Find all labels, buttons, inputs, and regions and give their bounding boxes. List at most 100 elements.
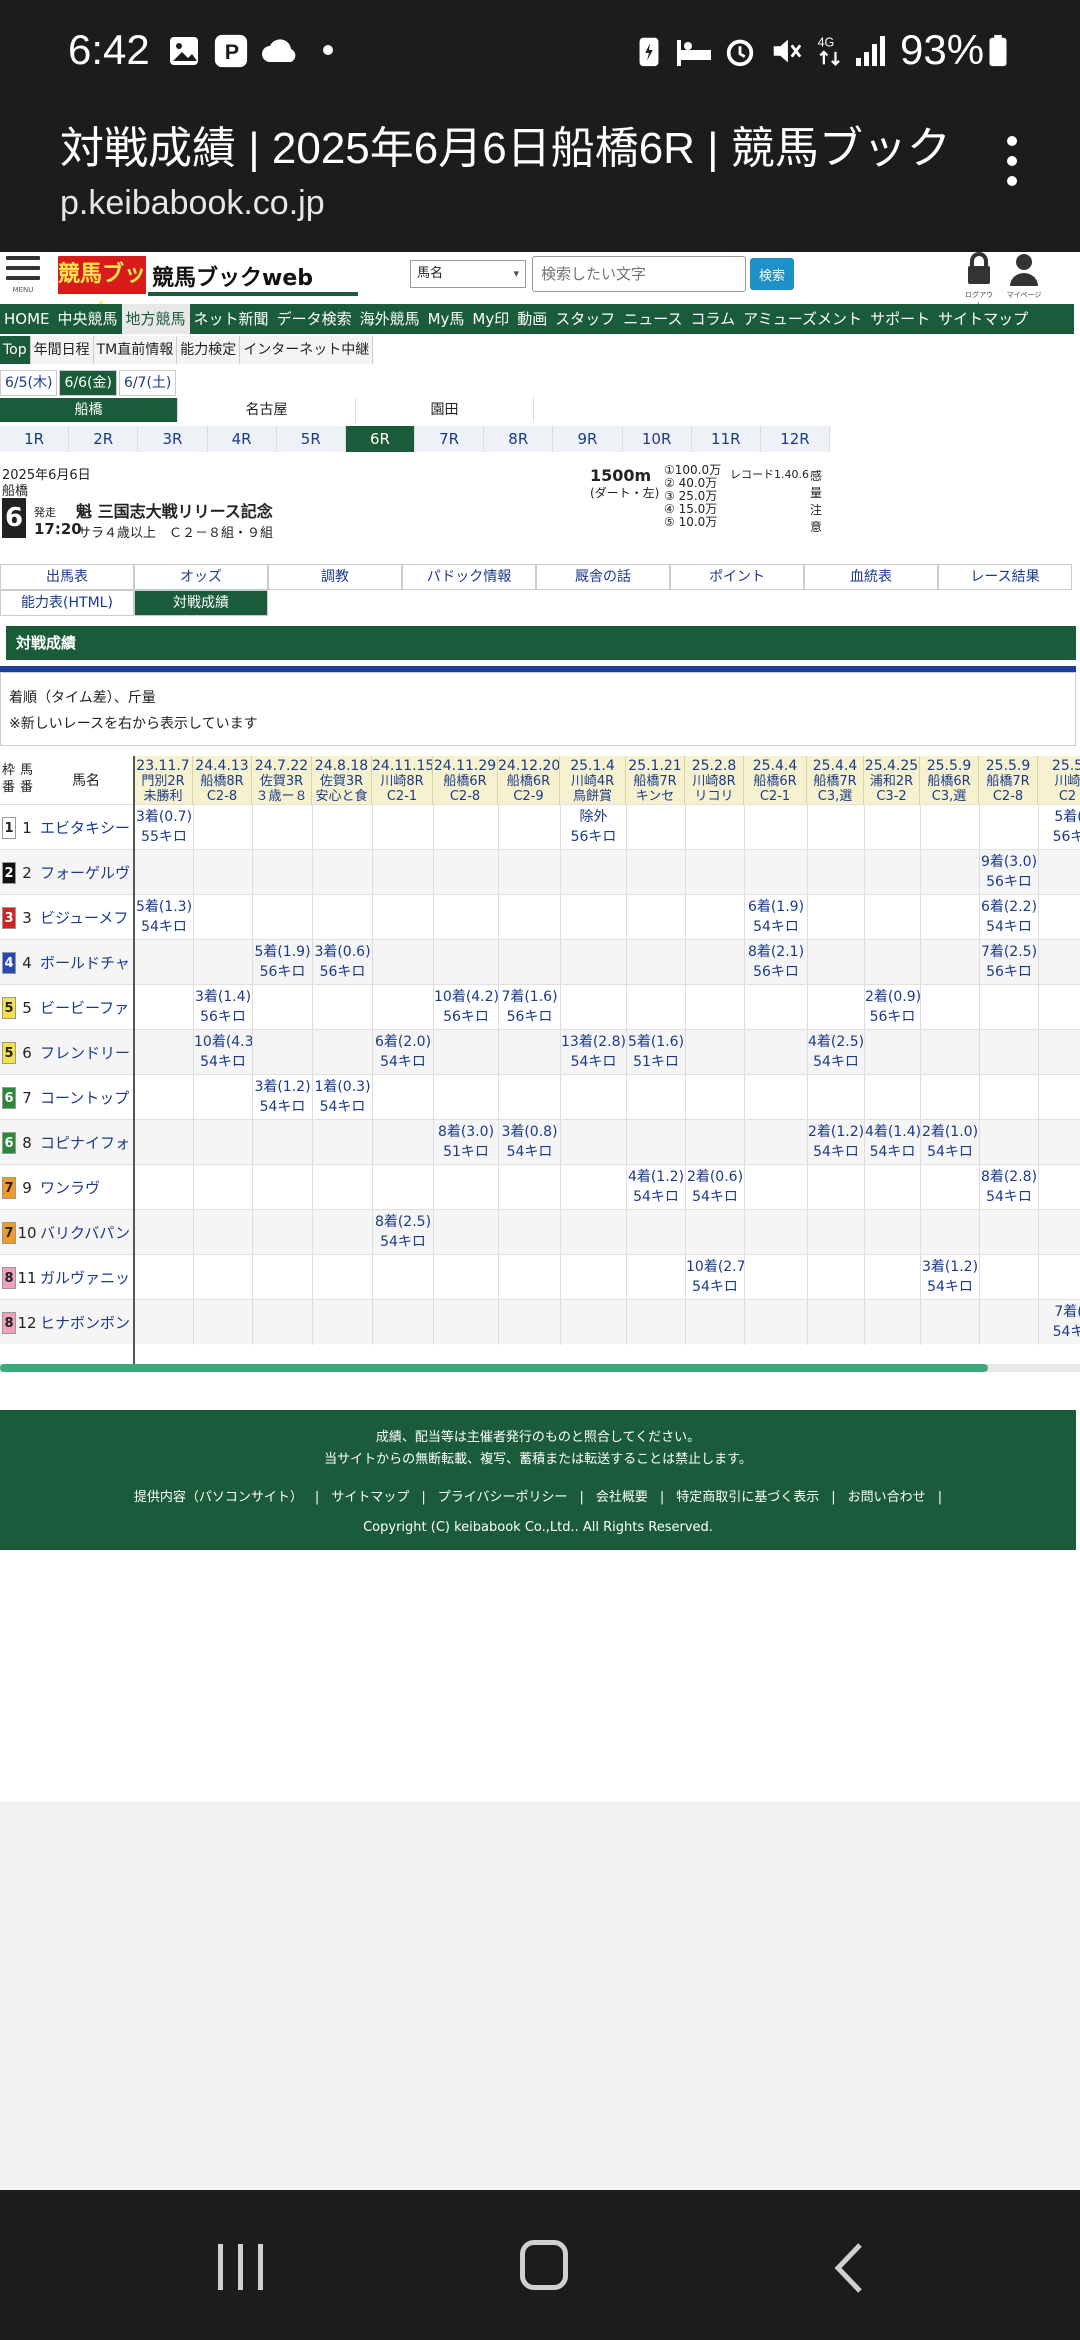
nav-item[interactable]: HOME [0, 304, 54, 334]
race-header[interactable]: 24.12.20 船橋6R C2-9 [498, 756, 560, 804]
result-cell[interactable]: 4着(2.5) 54キロ [807, 1030, 864, 1075]
result-cell[interactable]: 8着(2.5) 54キロ [372, 1210, 433, 1255]
race-header[interactable]: 23.11.7 門別2R 未勝利 [134, 756, 193, 804]
race-header[interactable]: 25.1.4 川崎4R 鳥餅賞 [560, 756, 626, 804]
horse-name-link[interactable]: コーントップ [40, 1087, 132, 1109]
logout-button[interactable]: ログアウト [962, 252, 996, 309]
result-cell[interactable]: 2着(1.2) 54キロ [807, 1120, 864, 1165]
page-tab[interactable]: 対戦成績 [134, 590, 268, 616]
page-tab[interactable]: レース結果 [938, 564, 1072, 590]
race-header[interactable]: 25.4.25 浦和2R C3-2 [864, 756, 920, 804]
footer-link[interactable]: 会社概要 [596, 1490, 648, 1505]
venue-tab[interactable]: 船橋 [0, 398, 178, 422]
result-cell[interactable]: 9着(3.0) 56キロ [979, 850, 1038, 895]
race-tab[interactable]: 6R [345, 426, 416, 452]
result-cell[interactable]: 3着(1.4) 56キロ [193, 985, 252, 1030]
horse-name-link[interactable]: コピナイフォ [40, 1132, 132, 1154]
race-header[interactable]: 25.5.9 船橋6R C3,選 [920, 756, 979, 804]
nav-item[interactable]: サイトマップ [934, 304, 1032, 334]
horse-name-link[interactable]: エビタキシー [40, 817, 132, 839]
race-tab[interactable]: 12R [760, 426, 831, 452]
page-tab[interactable]: 血統表 [804, 564, 938, 590]
footer-link[interactable]: プライバシーポリシー [438, 1490, 568, 1505]
result-cell[interactable]: 5着(1.3) 54キロ [134, 895, 193, 940]
result-cell[interactable]: 4着(1.4) 54キロ [864, 1120, 920, 1165]
race-tab[interactable]: 2R [69, 426, 139, 452]
nav-item[interactable]: コラム [687, 304, 740, 334]
result-cell[interactable]: 6着(2.2) 54キロ [979, 895, 1038, 940]
race-tab[interactable]: 11R [691, 426, 761, 452]
horse-name-link[interactable]: ガルヴァニッ [40, 1267, 132, 1289]
logo-mark[interactable]: 競馬ブック [58, 256, 146, 325]
race-tab[interactable]: 4R [207, 426, 277, 452]
result-cell[interactable]: 10着(4.2) 56キロ [433, 985, 498, 1030]
date-tab[interactable]: 6/7(土) [118, 370, 177, 396]
logo-text[interactable]: 競馬ブックweb [152, 260, 313, 292]
footer-link[interactable]: 提供内容（パソコンサイト） [134, 1490, 303, 1505]
date-tab[interactable]: 6/5(木) [0, 370, 58, 396]
nav-item[interactable]: 海外競馬 [356, 304, 424, 334]
search-category-select[interactable]: 馬名 [410, 260, 526, 288]
race-header[interactable]: 25.5.9 船橋7R C2-8 [979, 756, 1038, 804]
result-cell[interactable]: 8着(2.1) 56キロ [744, 940, 807, 985]
result-cell[interactable]: 5着(56キ [1038, 805, 1080, 850]
race-header[interactable]: 24.11.29 船橋6R C2-8 [433, 756, 498, 804]
result-cell[interactable]: 10着(2.7) 54キロ [685, 1255, 744, 1300]
race-tab[interactable]: 9R [553, 426, 623, 452]
footer-link[interactable]: サイトマップ [331, 1490, 409, 1505]
back-button[interactable] [834, 2242, 864, 2294]
scrollbar-thumb[interactable] [0, 1364, 988, 1372]
horse-name-link[interactable]: バリクバパン [40, 1222, 132, 1244]
race-header[interactable]: 25.2.8 川崎8R リコリ [685, 756, 744, 804]
nav-item[interactable]: サポート [866, 304, 934, 334]
subnav-item[interactable]: Top [0, 336, 31, 364]
race-header[interactable]: 24.11.15 川崎8R C2-1 [372, 756, 433, 804]
race-tab[interactable]: 7R [415, 426, 485, 452]
race-header[interactable]: 25.4.4 船橋7R C3,選 [807, 756, 864, 804]
result-cell[interactable]: 2着(0.6) 54キロ [685, 1165, 744, 1210]
subnav-item[interactable]: インターネット中継 [240, 336, 374, 364]
result-cell[interactable]: 6着(1.9) 54キロ [744, 895, 807, 940]
search-button[interactable]: 検索 [750, 258, 794, 290]
result-cell[interactable]: 2着(1.0) 54キロ [920, 1120, 979, 1165]
race-header[interactable]: 25.5 川崎 C2 [1038, 756, 1080, 804]
page-tab[interactable]: 調教 [268, 564, 402, 590]
date-tab[interactable]: 6/6(金) [59, 370, 117, 396]
result-cell[interactable]: 10着(4.3) 54キロ [193, 1030, 252, 1075]
home-button[interactable] [520, 2240, 568, 2290]
result-cell[interactable]: 13着(2.8) 54キロ [560, 1030, 626, 1075]
more-options-icon[interactable] [1000, 136, 1024, 196]
page-tab[interactable]: 出馬表 [0, 564, 134, 590]
horizontal-scrollbar[interactable] [0, 1364, 1080, 1372]
subnav-item[interactable]: 能力検定 [177, 336, 241, 364]
result-cell[interactable]: 6着(2.0) 54キロ [372, 1030, 433, 1075]
result-cell[interactable]: 5着(1.6) 51キロ [626, 1030, 685, 1075]
subnav-item[interactable]: 年間日程 [30, 336, 94, 364]
page-tab[interactable]: 能力表(HTML) [0, 590, 134, 616]
race-header[interactable]: 24.7.22 佐賀3R ３歳ー８ [252, 756, 312, 804]
nav-item[interactable]: My印 [468, 304, 513, 334]
result-cell[interactable]: 除外 56キロ [560, 805, 626, 850]
result-cell[interactable]: 7着(1.6) 56キロ [498, 985, 560, 1030]
recents-button[interactable] [218, 2244, 264, 2290]
race-tab[interactable]: 10R [622, 426, 692, 452]
horse-name-link[interactable]: ビジューメフ [40, 907, 132, 929]
nav-item[interactable]: データ検索 [273, 304, 356, 334]
race-tab[interactable]: 5R [276, 426, 346, 452]
mypage-button[interactable]: マイページ [1004, 252, 1044, 300]
result-cell[interactable]: 8着(3.0) 51キロ [433, 1120, 498, 1165]
race-tab[interactable]: 3R [138, 426, 208, 452]
result-cell[interactable]: 3着(0.7) 55キロ [134, 805, 193, 850]
result-cell[interactable]: 3着(0.8) 54キロ [498, 1120, 560, 1165]
result-cell[interactable]: 4着(1.2) 54キロ [626, 1165, 685, 1210]
nav-item[interactable]: ニュース [619, 304, 686, 334]
page-tab[interactable]: パドック情報 [402, 564, 536, 590]
race-tab[interactable]: 1R [0, 426, 70, 452]
footer-link[interactable]: お問い合わせ [848, 1490, 926, 1505]
race-header[interactable]: 25.1.21 船橋7R キンセ [626, 756, 685, 804]
result-cell[interactable]: 1着(0.3) 54キロ [312, 1075, 372, 1120]
result-cell[interactable]: 3着(1.2) 54キロ [252, 1075, 312, 1120]
menu-icon[interactable]: MENU [6, 256, 40, 296]
result-cell[interactable]: 3着(0.6) 56キロ [312, 940, 372, 985]
horse-name-link[interactable]: フォーゲルヴ [40, 862, 132, 884]
